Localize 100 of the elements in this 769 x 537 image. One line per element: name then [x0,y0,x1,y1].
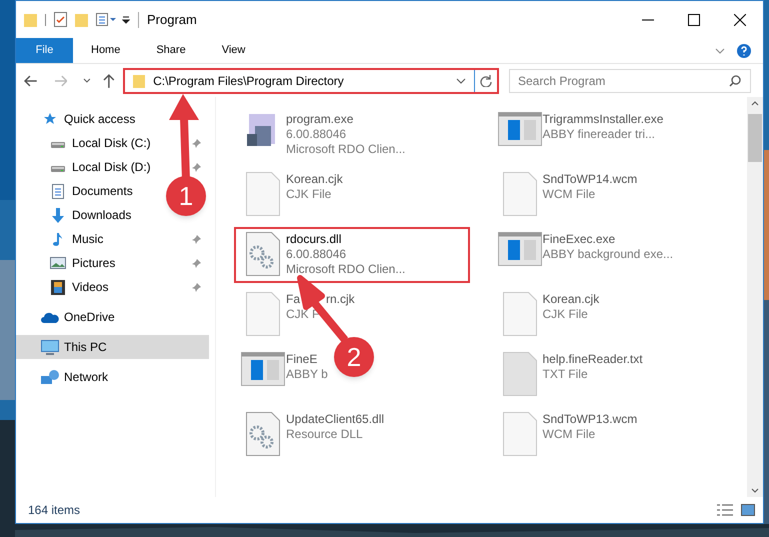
sidebar-label: Quick access [64,111,136,128]
file-name: SndToWP14.wcm [542,172,638,187]
file-name: FineExec.exe [542,232,616,247]
file-item[interactable]: Korean.cjk CJK File [490,287,606,343]
file-item[interactable]: UpdateClient65.dll Resource DLL [234,407,390,463]
sidebar-item[interactable]: Pictures [16,251,209,275]
sidebar-item[interactable]: Videos [16,275,209,299]
blank-file-icon [246,172,280,216]
film-icon [51,280,65,294]
dropdown-icon[interactable] [456,78,466,84]
blank-file-icon [502,412,536,456]
close-icon[interactable] [734,14,746,26]
scroll-thumb[interactable] [748,114,762,162]
file-name: TrigrammsInstaller.exe [542,112,664,127]
sidebar-label: Local Disk (D:) [72,159,151,176]
file-detail: WCM File [542,427,596,442]
file-detail: CJK File [542,307,589,322]
folder-icon [24,12,37,27]
ribbon-tab[interactable]: View [204,38,264,63]
sidebar-label: Network [64,369,108,386]
file-detail: Resource DLL [286,427,364,442]
file-detail: 6.00.88046 [286,127,348,142]
sidebar-item[interactable]: Local Disk (D:) [16,155,209,179]
music-note-icon [53,232,63,246]
sidebar-label: Downloads [72,207,132,224]
sidebar-label: Music [72,231,104,248]
file-name: Fa [286,292,300,307]
sidebar-label: Videos [72,279,108,296]
file-detail: WCM File [542,187,596,202]
file-name: program.exe [286,112,354,127]
file-name: help.fineReader.txt [542,352,643,367]
details-view-icon[interactable] [717,504,733,516]
file-item[interactable]: program.exe 6.00.88046 Microsoft RDO Clien... [234,107,412,163]
search-field[interactable]: Search Program [509,68,751,92]
maximize-icon[interactable] [688,14,700,26]
scroll-down-icon[interactable] [751,488,759,493]
file-name: Korean.cjk [286,172,343,187]
search-icon [729,74,741,86]
file-item[interactable]: SndToWP13.wcm WCM File [490,407,644,463]
sidebar-label: Pictures [72,255,116,272]
ribbon-tab[interactable]: Share [138,38,204,63]
sidebar-label: Local Disk (C:) [72,135,151,152]
file-name: rn.cjk [326,292,355,307]
text-file-icon [502,352,536,396]
up-arrow-icon[interactable] [103,74,116,88]
sidebar-item[interactable]: Quick access [16,107,209,131]
sidebar-item[interactable]: Music [16,227,209,251]
refresh-icon[interactable] [480,74,492,86]
checklist-icon[interactable] [54,12,67,27]
file-item[interactable]: TrigrammsInstaller.exe ABBY finereader tri... [490,107,670,163]
sidebar-item[interactable]: Network [16,365,209,389]
file-detail: ABBY background exe... [542,247,674,262]
application-window-icon [241,352,285,386]
scroll-up-icon[interactable] [751,101,759,106]
file-item[interactable]: SndToWP14.wcm WCM File [490,167,644,223]
file-name: rdocurs.dll [286,232,342,247]
network-icon [41,370,59,384]
sidebar-label: OneDrive [64,309,115,326]
file-detail: TXT File [542,367,589,382]
gear-file-icon [246,232,280,276]
back-arrow-icon[interactable] [24,74,38,86]
sidebar-item[interactable]: OneDrive [16,305,209,329]
tiles-view-icon[interactable] [741,504,755,516]
sidebar-label: Documents [72,183,133,200]
address-path: C:\Program Files\Program Directory [153,72,345,90]
star-icon [43,112,57,126]
picture-icon [50,257,66,269]
cloud-icon [41,312,59,322]
file-name: Korean.cjk [542,292,600,307]
file-detail: Microsoft RDO Clien... [286,262,406,277]
file-detail: Microsoft RDO Clien... [286,142,406,157]
blank-file-icon [502,292,536,336]
down-arrow-icon [51,208,65,222]
chevron-icon[interactable] [715,48,725,54]
folder-icon [133,74,146,88]
application-window-icon [498,112,542,146]
properties-icon[interactable] [96,13,118,26]
sidebar-item[interactable]: Documents [16,179,146,203]
ribbon-tab[interactable]: Home [73,38,138,63]
file-item[interactable]: rdocurs.dll 6.00.88046 Microsoft RDO Clien... [234,227,470,283]
file-name: UpdateClient65.dll [286,412,384,427]
file-item[interactable]: help.fineReader.txt TXT File [490,347,649,403]
monitor-icon [41,340,59,354]
dropdown-icon[interactable] [122,16,130,24]
sidebar-item[interactable]: Local Disk (C:) [16,131,209,155]
sidebar-item[interactable]: This PC [16,335,209,359]
file-detail: CJK File [286,187,332,202]
file-name: SndToWP13.wcm [542,412,638,427]
address-field[interactable]: C:\Program Files\Program Directory [123,68,499,94]
file-item[interactable]: FineE ABBY b [234,347,334,403]
file-item[interactable]: FineExec.exe ABBY background exe... [490,227,680,283]
caret-icon[interactable] [83,78,92,83]
file-item[interactable]: Korean.cjk CJK File [234,167,349,223]
scrollbar[interactable] [747,97,763,497]
gear-file-icon [246,412,280,456]
sidebar-label: This PC [64,339,107,356]
sidebar-item[interactable]: Downloads [16,203,146,227]
help-icon[interactable] [737,44,751,58]
file-detail: ABBY finereader tri... [542,127,656,142]
ribbon-tab[interactable]: File [16,38,73,63]
